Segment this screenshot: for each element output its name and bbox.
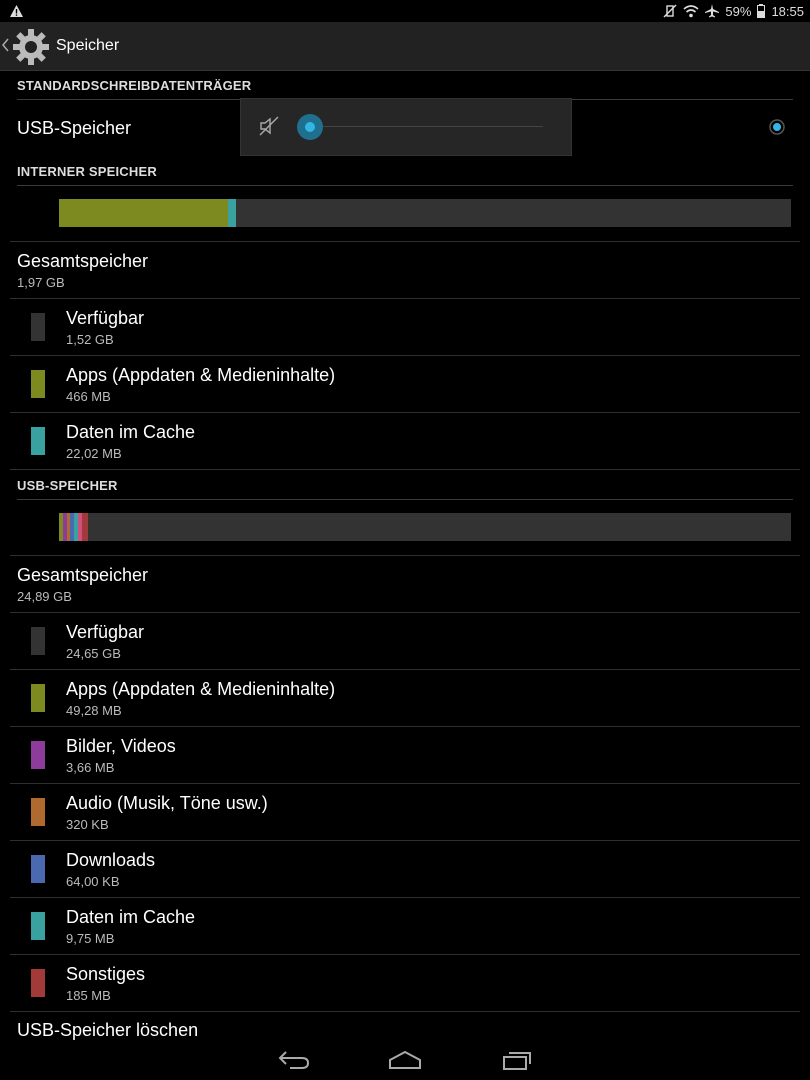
section-header-internal: INTERNER SPEICHER	[17, 164, 793, 186]
color-swatch	[31, 370, 45, 398]
battery-percent: 59%	[725, 3, 752, 19]
storage-item-row[interactable]: Downloads 64,00 KB	[0, 841, 810, 898]
storage-item-label: Bilder, Videos	[66, 736, 176, 756]
erase-usb-label: USB-Speicher löschen	[17, 1020, 199, 1040]
storage-item-row[interactable]: Verfügbar 1,52 GB	[0, 299, 810, 356]
storage-item-value: 1,52 GB	[66, 332, 114, 347]
vibrate-off-icon	[663, 4, 677, 18]
storage-item-row[interactable]: Verfügbar 24,65 GB	[0, 613, 810, 670]
usb-usage-bar	[59, 513, 791, 541]
storage-item-row[interactable]: Apps (Appdaten & Medieninhalte) 466 MB	[0, 356, 810, 413]
volume-slider-track[interactable]	[321, 126, 543, 127]
gear-icon	[13, 29, 49, 65]
storage-item-value: 466 MB	[66, 389, 111, 404]
color-swatch	[31, 313, 45, 341]
color-swatch	[31, 427, 45, 455]
storage-item-value: 24,65 GB	[66, 646, 121, 661]
storage-item-value: 49,28 MB	[66, 703, 122, 718]
home-icon[interactable]	[388, 1050, 422, 1070]
storage-item-row[interactable]: Bilder, Videos 3,66 MB	[0, 727, 810, 784]
wifi-icon	[683, 5, 699, 18]
status-bar: 59% 18:55	[0, 0, 810, 22]
storage-item-row[interactable]: Audio (Musik, Töne usw.) 320 KB	[0, 784, 810, 841]
storage-item-row[interactable]: Sonstiges 185 MB	[0, 955, 810, 1012]
storage-item-row[interactable]: Daten im Cache 22,02 MB	[0, 413, 810, 470]
volume-slider-thumb[interactable]	[297, 114, 323, 140]
storage-item-label: Daten im Cache	[66, 907, 196, 927]
volume-popup	[240, 98, 572, 156]
erase-usb-storage-button[interactable]: USB-Speicher löschen	[0, 1012, 810, 1040]
default-storage-label: USB-Speicher	[17, 118, 132, 138]
color-swatch	[31, 627, 45, 655]
usb-total-row: Gesamtspeicher 24,89 GB	[0, 556, 810, 612]
recents-icon[interactable]	[502, 1049, 534, 1071]
airplane-icon	[705, 4, 720, 18]
section-header-default-storage: STANDARDSCHREIBDATENTRÄGER	[17, 78, 793, 100]
storage-item-label: Verfügbar	[66, 622, 145, 642]
storage-item-label: Daten im Cache	[66, 422, 196, 442]
storage-item-row[interactable]: Daten im Cache 9,75 MB	[0, 898, 810, 955]
chevron-left-icon	[2, 38, 9, 52]
clock: 18:55	[771, 3, 804, 19]
color-swatch	[31, 912, 45, 940]
radio-selected[interactable]	[769, 119, 785, 135]
color-swatch	[31, 798, 45, 826]
usage-segment-sonstiges	[82, 513, 88, 541]
storage-item-label: Apps (Appdaten & Medieninhalte)	[66, 365, 336, 385]
storage-item-value: 185 MB	[66, 988, 111, 1003]
internal-total-row: Gesamtspeicher 1,97 GB	[0, 242, 810, 298]
color-swatch	[31, 855, 45, 883]
storage-item-value: 64,00 KB	[66, 874, 120, 889]
usage-segment-apps	[59, 199, 228, 227]
navigation-bar	[0, 1040, 810, 1080]
up-navigation[interactable]	[2, 29, 52, 65]
color-swatch	[31, 969, 45, 997]
storage-item-value: 22,02 MB	[66, 446, 122, 461]
battery-icon	[757, 4, 766, 18]
storage-item-row[interactable]: Apps (Appdaten & Medieninhalte) 49,28 MB	[0, 670, 810, 727]
storage-item-label: Audio (Musik, Töne usw.)	[66, 793, 268, 813]
usb-total-value: 24,89 GB	[17, 589, 72, 604]
storage-item-label: Verfügbar	[66, 308, 145, 328]
internal-total-label: Gesamtspeicher	[17, 251, 149, 271]
volume-muted-icon[interactable]	[259, 116, 279, 136]
usage-segment-cache	[228, 199, 236, 227]
usb-total-label: Gesamtspeicher	[17, 565, 149, 585]
color-swatch	[31, 684, 45, 712]
storage-item-label: Downloads	[66, 850, 156, 870]
storage-item-label: Apps (Appdaten & Medieninhalte)	[66, 679, 336, 699]
back-icon[interactable]	[278, 1050, 310, 1070]
internal-usage-bar	[59, 199, 791, 227]
storage-item-label: Sonstiges	[66, 964, 146, 984]
warning-icon	[10, 5, 23, 17]
page-title: Speicher	[56, 37, 120, 54]
color-swatch	[31, 741, 45, 769]
storage-item-value: 3,66 MB	[66, 760, 115, 775]
section-header-usb: USB-SPEICHER	[17, 478, 793, 500]
internal-total-value: 1,97 GB	[17, 275, 65, 290]
storage-item-value: 9,75 MB	[66, 931, 115, 946]
storage-item-value: 320 KB	[66, 817, 109, 832]
action-bar: Speicher	[0, 22, 810, 71]
